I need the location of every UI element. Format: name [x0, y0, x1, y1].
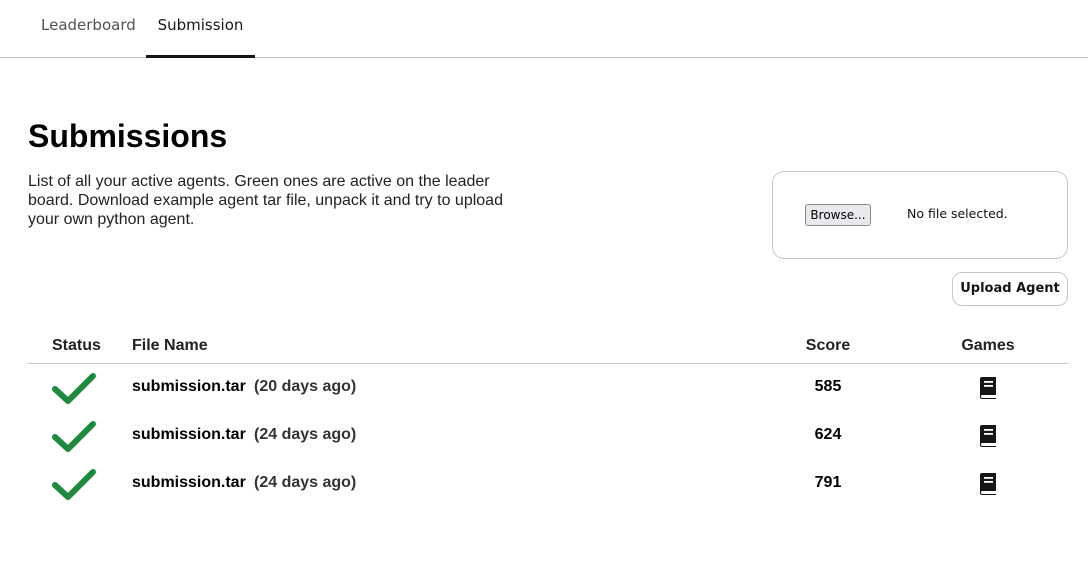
header-file-name: File Name	[132, 337, 208, 354]
page-title: Submissions	[28, 118, 228, 154]
score-value: 791	[814, 474, 842, 491]
file-name: submission.tar	[132, 378, 246, 395]
browse-button[interactable]: Browse...	[805, 204, 871, 226]
file-upload-box: Browse... No file selected.	[772, 171, 1068, 259]
book-icon[interactable]	[977, 472, 999, 496]
check-icon	[52, 421, 96, 452]
table-row: submission.tar (20 days ago) 585	[28, 364, 1068, 412]
upload-age: (24 days ago)	[254, 474, 357, 491]
header-score: Score	[805, 337, 851, 354]
tab-submission[interactable]: Submission	[146, 0, 255, 58]
score-value: 624	[814, 426, 842, 443]
table-row: submission.tar (24 days ago) 624	[28, 412, 1068, 460]
book-icon[interactable]	[977, 424, 999, 448]
header-status: Status	[52, 337, 101, 354]
table-body: submission.tar (20 days ago) 585 submission…	[28, 364, 1068, 508]
header-games: Games	[961, 337, 1015, 354]
book-icon[interactable]	[977, 376, 999, 400]
file-name: submission.tar	[132, 474, 246, 491]
tab-leaderboard[interactable]: Leaderboard	[28, 0, 149, 57]
file-status-text: No file selected.	[907, 206, 1008, 221]
upload-agent-button[interactable]: Upload Agent	[952, 272, 1068, 306]
tab-bar: Leaderboard Submission	[0, 0, 1088, 58]
upload-age: (24 days ago)	[254, 426, 357, 443]
file-name: submission.tar	[132, 426, 246, 443]
table-row: submission.tar (24 days ago) 791	[28, 460, 1068, 508]
check-icon	[52, 373, 96, 404]
upload-age: (20 days ago)	[254, 378, 357, 395]
page-description: List of all your active agents. Green on…	[28, 173, 503, 228]
check-icon	[52, 469, 96, 500]
table-header: Status File Name Score Games	[28, 334, 1068, 364]
submissions-table: Status File Name Score Games submission.…	[28, 334, 1068, 508]
score-value: 585	[814, 378, 842, 395]
